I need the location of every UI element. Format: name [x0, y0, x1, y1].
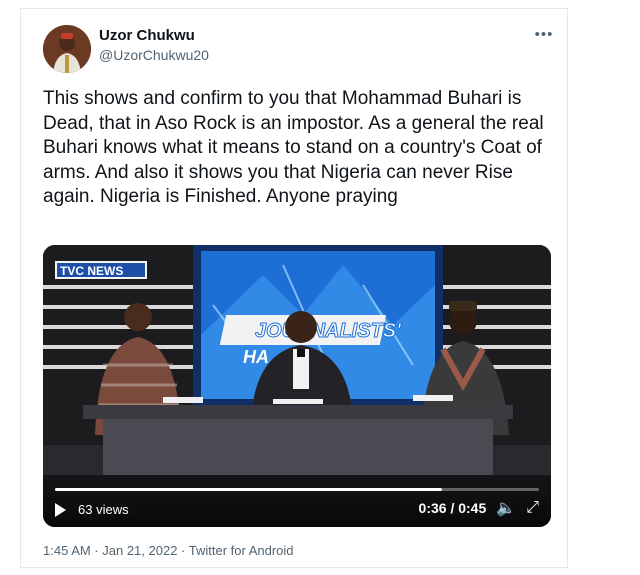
volume-icon[interactable]: 🔈 [496, 498, 516, 518]
avatar-image [43, 25, 91, 73]
video-views: 63 views [55, 502, 129, 517]
tweet-text: This shows and confirm to you that Moham… [43, 88, 544, 207]
video-player[interactable]: JOURNALISTS' HA TVC NEWS 63 views 0:36 /… [43, 245, 551, 527]
backdrop-banner: JOURNALISTS' [255, 320, 402, 342]
video-time: 0:36 / 0:45 [418, 500, 487, 516]
fullscreen-icon[interactable]: ⤢ [526, 499, 539, 517]
video-controls: 0:36 / 0:45 🔈 ⤢ [419, 498, 539, 518]
display-name[interactable]: Uzor Chukwu [99, 27, 195, 44]
views-count: 63 views [78, 502, 129, 517]
user-handle[interactable]: @UzorChukwu20 [99, 47, 209, 63]
play-icon[interactable] [55, 502, 66, 517]
video-frame: JOURNALISTS' HA TVC NEWS [43, 245, 551, 527]
avatar[interactable] [43, 25, 91, 73]
channel-logo: TVC NEWS [60, 264, 123, 278]
more-options-icon[interactable]: ••• [533, 23, 555, 45]
video-progress-fill [55, 488, 443, 491]
video-progress-bar[interactable] [55, 488, 539, 491]
tweet-metadata[interactable]: 1:45 AM · Jan 21, 2022 · Twitter for And… [43, 543, 294, 558]
tweet-card[interactable]: Uzor Chukwu @UzorChukwu20 ••• This shows… [20, 8, 568, 568]
backdrop-banner-partial: HA [243, 347, 269, 367]
